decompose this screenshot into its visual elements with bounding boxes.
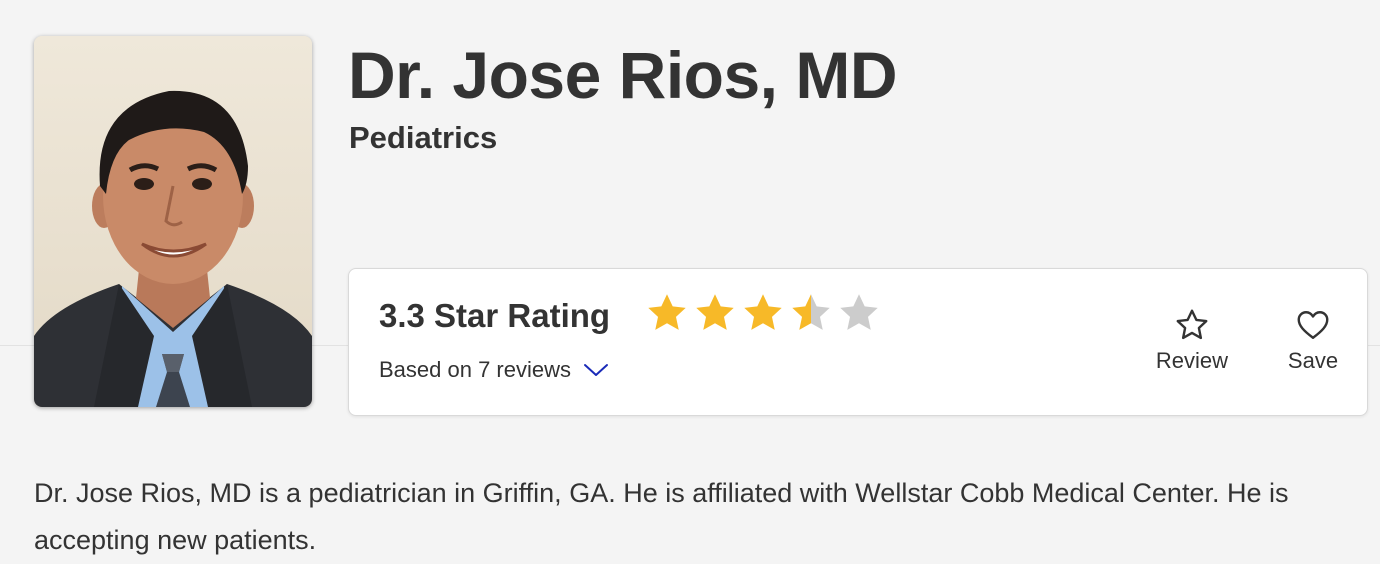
chevron-down-icon (584, 364, 608, 376)
star-icon (744, 294, 782, 330)
star-outline-icon (1176, 309, 1208, 340)
star-icon (840, 294, 878, 330)
star-shape (648, 294, 686, 330)
star-icon (696, 294, 734, 330)
star-shape (696, 294, 734, 330)
star-shape (792, 294, 830, 330)
star-shape (744, 294, 782, 330)
star-rating-label: 3.3 Star Rating (379, 297, 611, 334)
reviews-toggle[interactable]: Based on 7 reviews (379, 357, 609, 383)
review-count-label: Based on 7 reviews (379, 357, 571, 382)
doctor-specialty: Pediatrics (349, 120, 498, 155)
save-button[interactable]: Save (1263, 307, 1363, 374)
star-shape (840, 294, 878, 330)
star-icon (792, 294, 830, 330)
review-button-label: Review (1155, 348, 1229, 373)
doctor-photo (34, 36, 312, 407)
heart-outline-icon (1297, 311, 1329, 339)
star-icon (648, 294, 686, 330)
doctor-description: Dr. Jose Rios, MD is a pediatrician in G… (34, 478, 1289, 555)
review-button[interactable]: Review (1142, 307, 1242, 374)
rating-card: 3.3 Star Rating Based on 7 reviews Revie… (348, 268, 1368, 416)
save-button-label: Save (1287, 348, 1339, 373)
doctor-name: Dr. Jose Rios, MD (348, 38, 898, 112)
